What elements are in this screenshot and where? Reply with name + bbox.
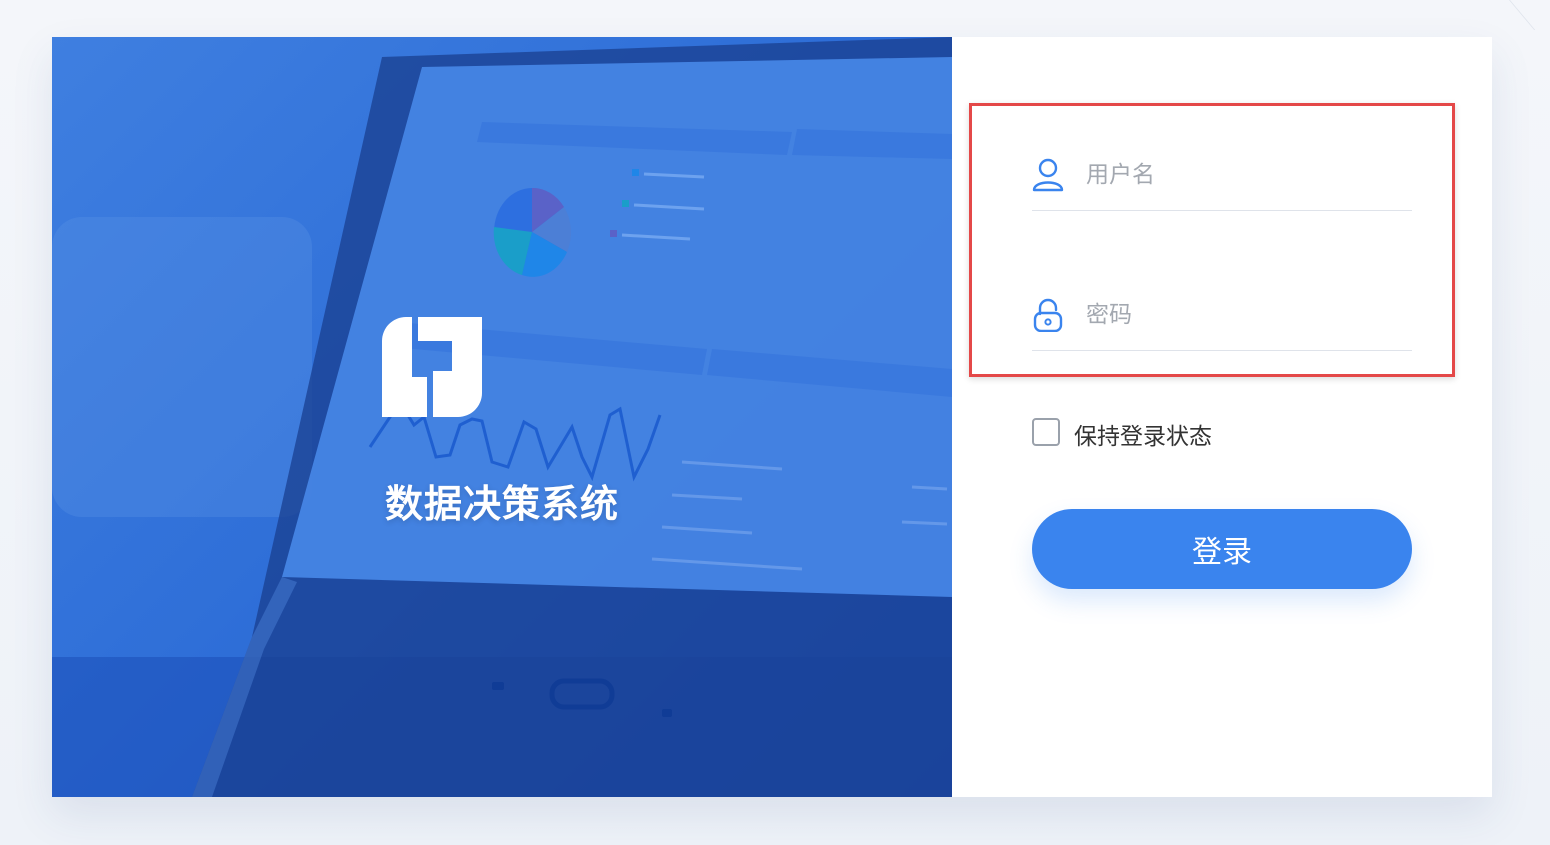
- login-button[interactable]: 登录: [1032, 509, 1412, 589]
- brand-title: 数据决策系统: [384, 482, 619, 526]
- brand-block: 数据决策系统: [382, 317, 622, 528]
- logo-icon: [382, 317, 552, 417]
- hero-panel: 数据决策系统: [52, 37, 952, 797]
- remember-checkbox[interactable]: [1032, 418, 1060, 446]
- login-page: 数据决策系统 用户名 保持登录状态 登录: [0, 0, 1550, 845]
- username-field: [1032, 150, 1412, 211]
- login-card: 数据决策系统 用户名 保持登录状态 登录: [52, 37, 1492, 797]
- login-form: 保持登录状态 登录: [952, 37, 1492, 797]
- password-input[interactable]: [1084, 296, 1408, 334]
- username-input[interactable]: [1084, 156, 1408, 194]
- decorative-line: [1509, 0, 1550, 30]
- remember-label[interactable]: 保持登录状态: [1074, 417, 1212, 451]
- password-field: [1032, 290, 1412, 351]
- user-icon: [1032, 158, 1064, 192]
- lock-icon: [1032, 298, 1064, 333]
